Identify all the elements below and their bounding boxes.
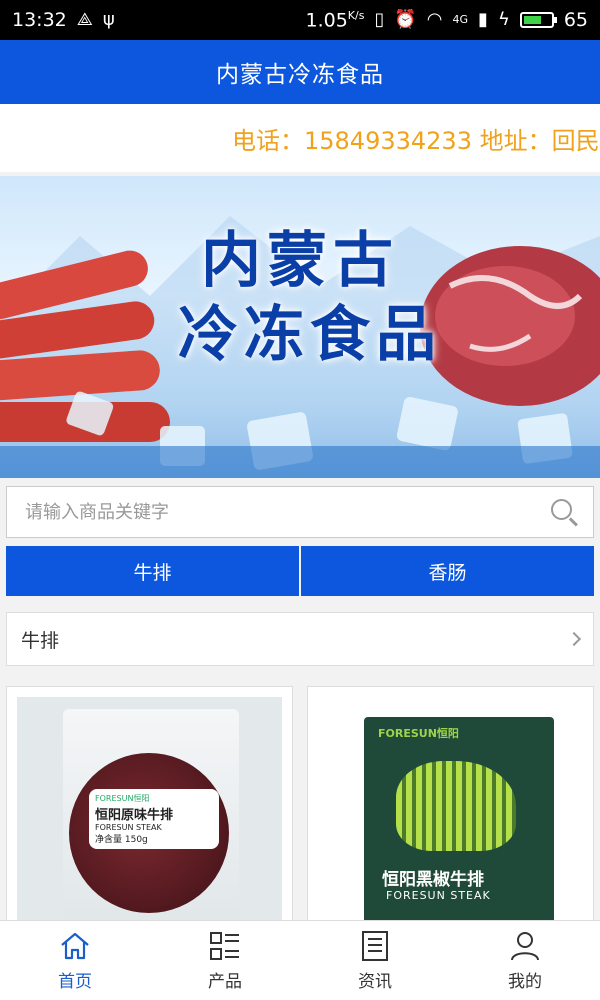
cow-graphic <box>396 761 516 851</box>
product-card[interactable]: FORESUN恒阳 恒阳黑椒牛排 FORESUN STEAK <box>307 686 594 922</box>
product-image: FORESUN恒阳 恒阳原味牛排 FORESUN STEAK 净含量 150g <box>17 697 282 921</box>
status-time: 13:32 <box>12 9 67 31</box>
bottom-tab-bar: 首页 产品 资讯 我的 <box>0 920 600 1000</box>
banner-title-line2: 冷冻食品 <box>178 300 442 370</box>
charging-icon: ϟ <box>497 8 510 30</box>
wifi-icon: ◠ <box>426 8 443 30</box>
tab-home[interactable]: 首页 <box>0 921 150 1000</box>
category-button-steak[interactable]: 牛排 <box>6 546 299 596</box>
app-header: 内蒙古冷冻食品 <box>0 40 600 104</box>
tab-label: 首页 <box>58 972 92 992</box>
product-grid: FORESUN恒阳 恒阳原味牛排 FORESUN STEAK 净含量 150g … <box>6 686 594 922</box>
news-icon <box>362 931 388 961</box>
battery-icon <box>519 11 557 28</box>
tab-label: 资讯 <box>358 972 392 992</box>
tab-news[interactable]: 资讯 <box>300 921 450 1000</box>
category-buttons: 牛排 香肠 <box>6 546 594 596</box>
status-right: 1.05K/s ▯ ⏰ ◠ 4G ▮ ϟ 65 <box>305 9 588 31</box>
status-bar: 13:32 ⟁ ψ 1.05K/s ▯ ⏰ ◠ 4G ▮ ϟ 65 <box>0 0 600 40</box>
user-icon <box>511 932 539 961</box>
section-header[interactable]: 牛排 <box>6 612 594 666</box>
battery-percent: 65 <box>563 8 588 31</box>
signal-icon: ▮ <box>478 8 488 30</box>
hero-banner[interactable]: 内蒙古 冷冻食品 <box>0 176 600 478</box>
search-icon[interactable] <box>549 497 579 527</box>
vibrate-icon: ▯ <box>374 8 385 30</box>
status-left: 13:32 ⟁ ψ <box>12 9 115 31</box>
tab-products[interactable]: 产品 <box>150 921 300 1000</box>
product-card[interactable]: FORESUN恒阳 恒阳原味牛排 FORESUN STEAK 净含量 150g <box>6 686 293 922</box>
section-title: 牛排 <box>21 629 60 652</box>
battery-fill <box>523 15 541 24</box>
usb-icon: ψ <box>102 9 115 30</box>
chevron-right-icon <box>566 631 582 647</box>
alarm-icon: ⏰ <box>394 8 417 30</box>
contact-marquee: 电话：15849334233 地址：回民区 <box>0 104 600 172</box>
category-button-sausage[interactable]: 香肠 <box>301 546 594 596</box>
tab-profile[interactable]: 我的 <box>450 921 600 1000</box>
tab-label: 我的 <box>508 972 542 992</box>
grid-list-icon <box>210 932 239 960</box>
app-title: 内蒙古冷冻食品 <box>216 62 384 88</box>
home-icon <box>61 932 89 960</box>
search-bar <box>6 486 594 538</box>
marquee-text: 电话：15849334233 地址：回民区 <box>232 126 600 155</box>
tab-label: 产品 <box>208 972 242 992</box>
share-icon: ⟁ <box>76 9 93 30</box>
network-speed: 1.05K/s <box>305 8 365 32</box>
search-input[interactable] <box>25 501 549 523</box>
product-image: FORESUN恒阳 恒阳黑椒牛排 FORESUN STEAK <box>318 697 583 921</box>
network-type: 4G <box>452 13 469 27</box>
package-label: FORESUN恒阳 恒阳原味牛排 FORESUN STEAK 净含量 150g <box>89 789 219 849</box>
